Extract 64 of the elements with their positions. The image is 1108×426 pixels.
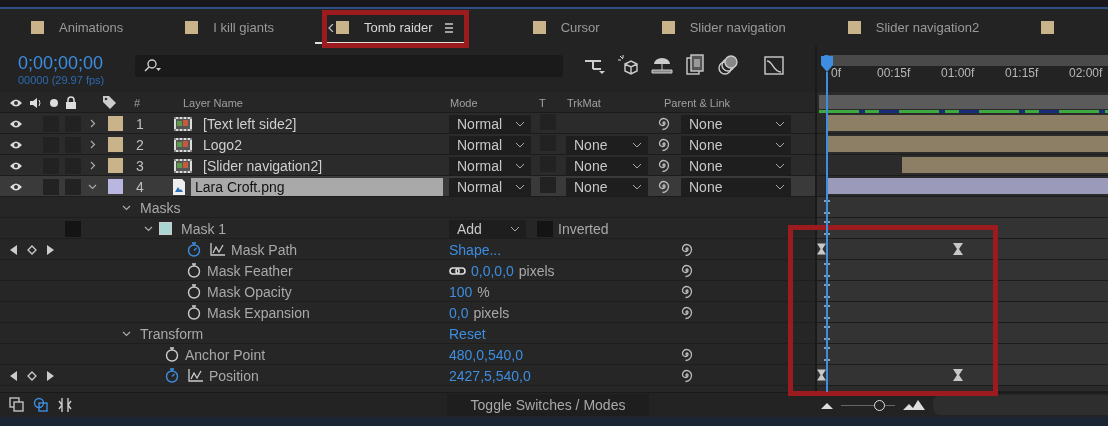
time-ruler-label: 00:15f — [877, 66, 912, 82]
unit-label: pixels — [518, 262, 555, 279]
layer-name[interactable]: [Slider navigation2] — [199, 156, 443, 175]
unit-label: % — [477, 283, 490, 300]
layer-number: 4 — [135, 178, 144, 195]
composition-tab[interactable]: I kill giants — [154, 9, 305, 46]
column-header: # — [133, 96, 141, 109]
mode-dropdown[interactable]: Normal — [449, 135, 531, 154]
property-value[interactable]: 100 — [449, 283, 473, 300]
parent-dropdown[interactable]: None — [681, 177, 791, 196]
column-header: Mode — [449, 96, 478, 109]
column-header: Parent & Link — [663, 96, 731, 109]
property-value[interactable]: Reset — [449, 325, 486, 342]
time-ruler-label: 0f — [831, 66, 842, 82]
property-name: Mask Opacity — [207, 283, 292, 300]
track-matte-dropdown[interactable]: None — [566, 135, 648, 154]
composition-tab[interactable]: Cursor — [501, 9, 631, 46]
column-header: Layer Name — [182, 96, 243, 109]
frame-info: 00000 (29.97 fps) — [18, 73, 106, 86]
layer-row[interactable]: 2 Logo2 Normal None None — [0, 134, 815, 155]
property-value[interactable]: Shape... — [449, 241, 502, 258]
toggle-switches-modes-button[interactable]: Toggle Switches / Modes — [447, 394, 649, 416]
layer-name[interactable]: Lara Croft.png — [191, 177, 443, 196]
mode-dropdown[interactable]: Normal — [449, 177, 531, 196]
property-name: Position — [209, 367, 259, 384]
mode-dropdown[interactable]: Normal — [449, 114, 531, 133]
layer-number: 2 — [135, 136, 144, 153]
property-value[interactable]: 0,0,0,0 — [471, 262, 514, 279]
property-name: Mask Path — [231, 241, 298, 258]
layer-row[interactable]: 4 Lara Croft.png Normal None None — [0, 176, 815, 197]
composition-tab[interactable]: Slider navigation2 — [816, 9, 1011, 46]
property-group-name[interactable]: Mask 1 — [181, 220, 227, 237]
layer-name[interactable]: [Text left side2] — [199, 114, 443, 133]
time-ruler-label: 02:00f — [1069, 66, 1104, 82]
track-matte-dropdown[interactable]: None — [566, 156, 648, 175]
time-ruler-label: 01:15f — [1005, 66, 1040, 82]
property-value[interactable]: 480,0,540,0 — [449, 346, 523, 363]
checkbox-label: Inverted — [558, 220, 609, 237]
unit-label: pixels — [473, 304, 510, 321]
composition-tab[interactable]: Tomb raider — [305, 9, 502, 46]
layer-number: 1 — [135, 115, 144, 132]
layer-row[interactable]: 3 [Slider navigation2] Normal None None — [0, 155, 815, 176]
column-header: T — [538, 96, 546, 109]
composition-tab[interactable]: Slider navigation — [630, 9, 817, 46]
property-group-name[interactable]: Transform — [140, 325, 204, 342]
layer-name[interactable]: Logo2 — [199, 135, 443, 154]
time-ruler-label: 01:00f — [941, 66, 976, 82]
parent-dropdown[interactable]: None — [681, 114, 791, 133]
current-time-display[interactable]: 0;00;00;00 — [18, 52, 135, 73]
layer-number: 3 — [135, 157, 144, 174]
property-group-name[interactable]: Masks — [140, 199, 181, 216]
track-matte-dropdown[interactable]: None — [566, 177, 648, 196]
property-value[interactable]: 2427,5,540,0 — [449, 367, 531, 384]
property-value[interactable]: 0,0 — [449, 304, 469, 321]
column-header: TrkMat — [566, 96, 601, 109]
property-name: Anchor Point — [185, 346, 266, 363]
parent-dropdown[interactable]: None — [681, 135, 791, 154]
property-name: Mask Feather — [207, 262, 293, 279]
composition-tab[interactable]: Animations — [0, 9, 155, 46]
mode-dropdown[interactable]: Normal — [449, 156, 531, 175]
mask-mode-dropdown[interactable]: Add — [449, 219, 526, 238]
parent-dropdown[interactable]: None — [681, 156, 791, 175]
layer-row[interactable]: 1 [Text left side2] Normal None — [0, 113, 815, 134]
property-name: Mask Expansion — [207, 304, 310, 321]
